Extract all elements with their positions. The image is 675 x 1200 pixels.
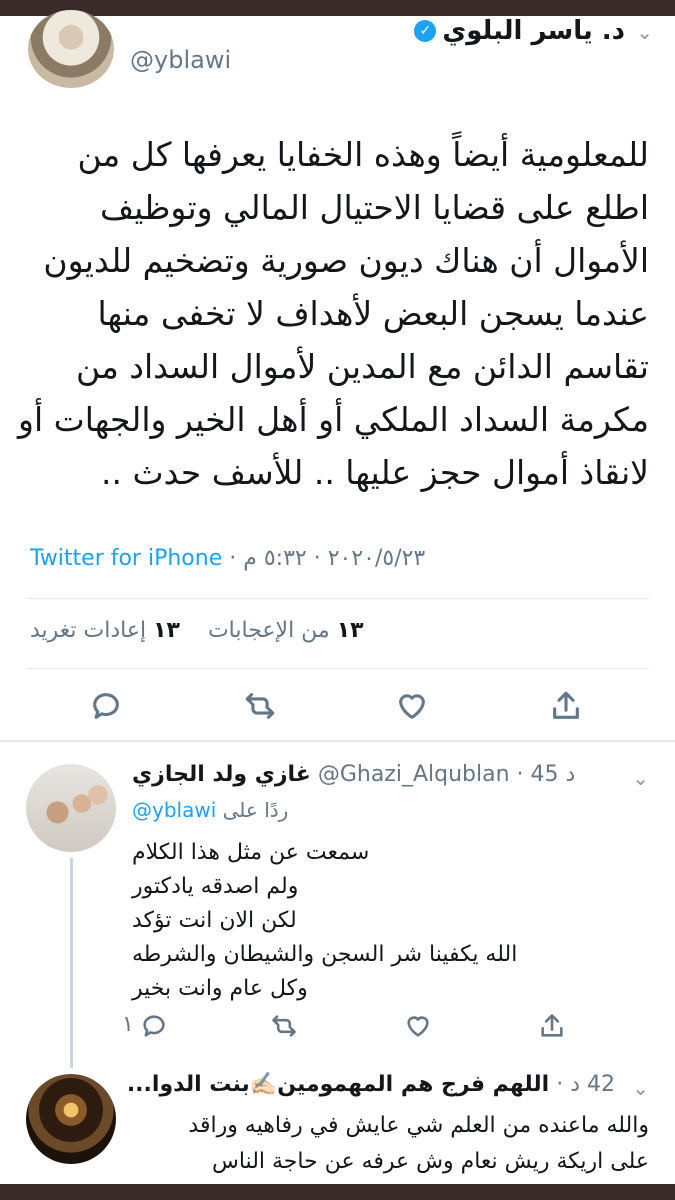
retweet-icon — [272, 1015, 296, 1037]
divider — [26, 598, 649, 599]
retweet-button[interactable] — [240, 686, 280, 726]
reply-text-line: وكل عام وانت بخير — [132, 976, 308, 1001]
tweet-text-line: مكرمة السداد الملكي أو أهل الخير والجهات… — [18, 400, 649, 439]
reply-header: غازي ولد الجازي @Ghazi_Alqublan · 45 د — [132, 762, 615, 787]
author-name-row[interactable]: د. ياسر البلوي ✓ — [414, 16, 625, 46]
share-button[interactable] — [532, 1006, 572, 1046]
top-frame-bar — [0, 0, 675, 16]
chevron-down-icon[interactable]: ⌄ — [636, 20, 653, 44]
reply-author-name[interactable]: اللهم فرج هم المهمومين✍🏻بنت الدوا... — [127, 1072, 549, 1097]
reply-icon — [93, 693, 119, 719]
share-icon — [541, 1014, 563, 1037]
reply-text-line: سمعت عن مثل هذا الكلام — [132, 840, 370, 865]
like-button[interactable] — [398, 1006, 438, 1046]
reply-author-name[interactable]: غازي ولد الجازي — [132, 762, 311, 787]
share-icon — [553, 691, 579, 719]
reply-action-bar: ١ — [0, 1006, 675, 1046]
reply-text: سمعت عن مثل هذا الكلام ولم اصدقه يادكتور… — [132, 836, 635, 1006]
tweet-action-bar — [0, 686, 675, 726]
heart-icon — [399, 694, 425, 719]
likes-stat[interactable]: ١٣ من الإعجابات — [208, 618, 364, 643]
reply-text-line: الله يكفينا شر السجن والشيطان والشرطه — [132, 942, 518, 967]
author-handle[interactable]: @yblawi — [130, 46, 231, 74]
bottom-frame-bar — [0, 1184, 675, 1200]
verified-badge-icon: ✓ — [414, 20, 437, 42]
reply-icon — [143, 1015, 165, 1037]
avatar[interactable] — [26, 764, 116, 852]
tweet-text-line: للمعلومية أيضاً وهذه الخفايا يعرفها كل م… — [77, 135, 649, 174]
reply-text: والله ماعنده من العلم شي عايش في رفاهيه … — [132, 1108, 649, 1180]
tweet-meta: Twitter for iPhone · ٢٠٢٠/٥/٢٣ · ٥:٣٢ م — [30, 546, 425, 571]
tweet-text-line: تقاسم الدائن مع المدين لأموال السداد من — [75, 347, 649, 386]
retweets-count: ١٣ — [153, 618, 180, 643]
reply-text-line: على اريكة ريش نعام وش عرفه عن حاجة الناس — [212, 1149, 649, 1174]
retweet-button[interactable] — [264, 1006, 304, 1046]
tweet-text-line: الأموال أن هناك ديون صورية وتضخيم للديون — [43, 241, 649, 280]
avatar[interactable] — [28, 10, 114, 88]
chevron-down-icon[interactable]: ⌄ — [632, 766, 649, 790]
reply-button[interactable] — [86, 686, 126, 726]
tweet-text-line: عندما يسجن البعض لأهداف لا تخفى منها — [97, 294, 649, 333]
avatar[interactable] — [26, 1074, 116, 1164]
replying-to-label: ردًا على — [222, 798, 289, 822]
retweet-icon — [245, 693, 275, 719]
tweet-stats: ١٣ من الإعجابات ١٣ إعادات تغريد — [30, 618, 364, 643]
reply-text-line: والله ماعنده من العلم شي عايش في رفاهيه … — [188, 1113, 649, 1138]
retweets-stat[interactable]: ١٣ إعادات تغريد — [30, 618, 180, 643]
likes-label: من الإعجابات — [207, 618, 330, 643]
tweet-separator — [0, 740, 675, 742]
reply-text-line: ولم اصدقه يادكتور — [132, 874, 299, 899]
reply-time: 42 د · — [556, 1072, 615, 1097]
divider — [26, 668, 649, 669]
like-button[interactable] — [392, 686, 432, 726]
likes-count: ١٣ — [336, 618, 364, 643]
author-display-name[interactable]: د. ياسر البلوي — [442, 16, 625, 46]
heart-icon — [407, 1016, 429, 1037]
tweet-source-link[interactable]: Twitter for iPhone — [30, 546, 222, 571]
replying-to: @yblawi ردًا على — [132, 798, 288, 822]
reply-header: 42 د · اللهم فرج هم المهمومين✍🏻بنت الدوا… — [127, 1072, 615, 1097]
share-button[interactable] — [546, 686, 586, 726]
tweet-text-line: اطلع على قضايا الاحتيال المالي وتوظيف — [100, 188, 649, 227]
reply-author-handle[interactable]: @Ghazi_Alqublan — [318, 762, 510, 787]
reply-count: ١ — [122, 1012, 134, 1037]
replying-to-handle[interactable]: @yblawi — [132, 798, 216, 822]
reply-time: · 45 د — [509, 762, 576, 787]
reply-button[interactable] — [134, 1006, 174, 1046]
retweets-label: إعادات تغريد — [30, 618, 147, 643]
reply-text-line: لكن الان انت تؤكد — [132, 908, 297, 933]
chevron-down-icon[interactable]: ⌄ — [632, 1076, 649, 1100]
tweet-text: للمعلومية أيضاً وهذه الخفايا يعرفها كل م… — [18, 128, 649, 499]
tweet-text-line: لانقاذ أموال حجز عليها .. للأسف حدث .. — [101, 453, 649, 492]
tweet-timestamp: · ٢٠٢٠/٥/٢٣ · ٥:٣٢ م — [222, 546, 426, 571]
